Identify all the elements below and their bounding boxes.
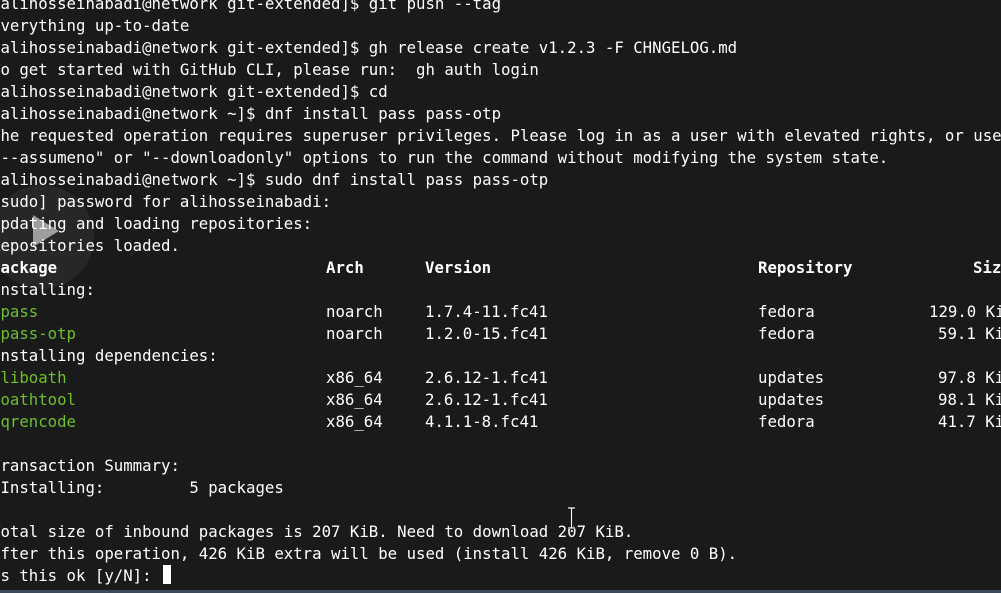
column-header-size: Size [973, 258, 1001, 277]
ibeam-pointer-icon [568, 507, 575, 529]
package-arch: x86_64 [326, 368, 383, 387]
package-name: qrencode [0, 412, 77, 431]
terminal-line: The requested operation requires superus… [0, 126, 1001, 145]
package-version: 2.6.12-1.fc41 [425, 390, 548, 409]
package-size: 129.0 KiB [929, 302, 1001, 321]
terminal-line: Everything up-to-date [0, 16, 190, 35]
text-cursor [163, 565, 172, 584]
package-size: 97.8 KiB [938, 368, 1001, 387]
package-version: 4.1.1-8.fc41 [425, 412, 539, 431]
package-name: oathtool [0, 390, 77, 409]
package-version: 2.6.12-1.fc41 [425, 368, 548, 387]
package-arch: x86_64 [326, 412, 383, 431]
prompt-text: Is this ok [y/N]: [0, 566, 162, 585]
terminal-line: "--assumeno" or "--downloadonly" options… [0, 148, 889, 167]
package-repo: fedora [758, 324, 815, 343]
package-name: pass-otp [0, 324, 77, 343]
section-label-dependencies: Installing dependencies: [0, 346, 218, 365]
terminal-line: [alihosseinabadi@network git-extended]$ … [0, 82, 388, 101]
package-size: 98.1 KiB [938, 390, 1001, 409]
terminal-line: Transaction Summary: [0, 456, 180, 475]
prompt-line[interactable]: Is this ok [y/N]: [0, 565, 172, 587]
table-header-row: Package Arch Version Repository Size [0, 257, 1001, 279]
table-row: pass-otp noarch 1.2.0-15.fc41 fedora 59.… [0, 323, 1001, 345]
package-size: 59.1 KiB [938, 324, 1001, 343]
package-arch: noarch [326, 302, 383, 321]
terminal-line: To get started with GitHub CLI, please r… [0, 60, 539, 79]
package-name: pass [0, 302, 39, 321]
package-arch: x86_64 [326, 390, 383, 409]
package-repo: updates [758, 368, 825, 387]
package-version: 1.7.4-11.fc41 [425, 302, 548, 321]
terminal-line: [alihosseinabadi@network git-extended]$ … [0, 38, 738, 57]
column-header-repository: Repository [758, 258, 853, 277]
package-repo: fedora [758, 412, 815, 431]
column-header-arch: Arch [326, 258, 364, 277]
package-repo: updates [758, 390, 825, 409]
terminal-line: [alihosseinabadi@network ~]$ sudo dnf in… [0, 170, 549, 189]
package-name: liboath [0, 368, 67, 387]
terminal-line: After this operation, 426 KiB extra will… [0, 544, 738, 563]
terminal-window[interactable]: [alihosseinabadi@network git-extended]$ … [0, 0, 1001, 590]
terminal-line: [alihosseinabadi@network git-extended]$ … [0, 0, 502, 13]
package-arch: noarch [326, 324, 383, 343]
play-icon [33, 215, 59, 247]
table-row: pass noarch 1.7.4-11.fc41 fedora 129.0 K… [0, 301, 1001, 323]
table-row: qrencode x86_64 4.1.1-8.fc41 fedora 41.7… [0, 411, 1001, 433]
table-row: liboath x86_64 2.6.12-1.fc41 updates 97.… [0, 367, 1001, 389]
table-row: oathtool x86_64 2.6.12-1.fc41 updates 98… [0, 389, 1001, 411]
package-size: 41.7 KiB [938, 412, 1001, 431]
package-version: 1.2.0-15.fc41 [425, 324, 548, 343]
terminal-line: [alihosseinabadi@network ~]$ dnf install… [0, 104, 502, 123]
column-header-version: Version [425, 258, 492, 277]
terminal-line: Installing: 5 packages [0, 478, 284, 497]
terminal-line: Total size of inbound packages is 207 Ki… [0, 522, 634, 541]
package-repo: fedora [758, 302, 815, 321]
